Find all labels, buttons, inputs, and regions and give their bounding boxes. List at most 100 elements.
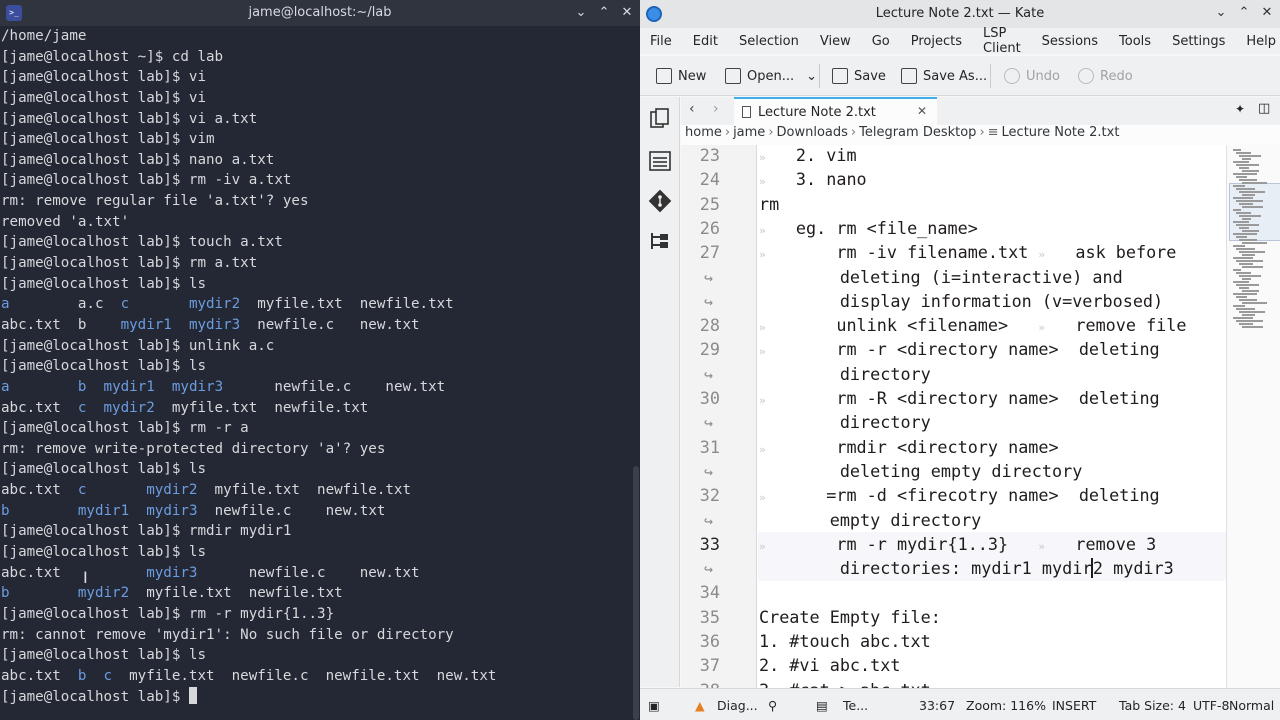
editor-line[interactable]: » rm -r <directory name> deleting — [759, 339, 1160, 363]
editor-line[interactable]: » rm -R <directory name> deleting — [759, 388, 1160, 412]
editor-line[interactable]: » rmdir <directory name> — [759, 437, 1059, 461]
open-label: Open... — [747, 68, 795, 84]
editor-line[interactable]: 1. #touch abc.txt — [759, 631, 931, 655]
breadcrumb-item[interactable]: Telegram Desktop — [859, 125, 976, 140]
editor-line[interactable]: directory — [759, 364, 931, 388]
output-panel-icon[interactable]: ▣ — [648, 698, 660, 713]
text-document-icon: ≡ — [987, 125, 999, 140]
editor-line[interactable]: » unlink <filename> » remove file — [759, 315, 1187, 339]
minimap-line — [1239, 287, 1249, 289]
tab-size[interactable]: Tab Size: 4 — [1119, 698, 1186, 713]
zoom-level[interactable]: Zoom: 116% — [966, 698, 1046, 713]
line-number: 25 — [699, 193, 720, 214]
directory-entry: mydir3 — [146, 564, 198, 581]
cursor-position[interactable]: 33:67 — [919, 698, 955, 713]
git-icon[interactable] — [648, 189, 672, 213]
breadcrumb-item[interactable]: home — [685, 125, 722, 140]
close-icon[interactable]: ✕ — [1258, 4, 1276, 22]
editor-line[interactable]: 3. #cat > abc.txt — [759, 680, 931, 688]
tab-lecture-note[interactable]: Lecture Note 2.txt ✕ — [734, 97, 937, 125]
terminal-output[interactable]: /home/jame [jame@localhost ~]$ cd lab [jam… — [0, 26, 632, 720]
undo-button[interactable]: Undo — [1004, 68, 1060, 84]
editor-line[interactable]: deleting (i=interactive) and — [759, 267, 1123, 291]
menu-projects[interactable]: Projects — [911, 34, 962, 49]
scrollbar-thumb[interactable] — [633, 466, 639, 720]
editor-line[interactable]: » 2. vim — [759, 145, 857, 169]
tab-marker: » — [759, 151, 766, 164]
documents-icon[interactable] — [648, 107, 672, 131]
menu-sessions[interactable]: Sessions — [1042, 34, 1098, 49]
quick-open-icon[interactable]: ✦ — [1235, 102, 1245, 116]
diagnostics-button[interactable]: Diag... — [717, 698, 758, 713]
maximize-icon[interactable]: ⌃ — [1235, 4, 1253, 22]
close-icon[interactable]: ✕ — [618, 4, 636, 22]
open-button[interactable]: Open... ⌄ — [725, 68, 817, 84]
editor-line[interactable]: » rm -r mydir{1..3} » remove 3 — [759, 534, 1156, 558]
editor-line[interactable]: » =rm -d <firecotry name> deleting — [759, 485, 1160, 509]
editor-line[interactable]: directories: mydir1 mydir2 mydir3 — [759, 558, 1174, 582]
minimap-line — [1236, 212, 1251, 214]
menu-file[interactable]: File — [650, 34, 672, 49]
minimap-line — [1233, 149, 1241, 151]
terminal-panel-icon[interactable]: ▤ — [816, 698, 828, 713]
menu-view[interactable]: View — [820, 34, 851, 49]
editor-line[interactable]: » 3. nano — [759, 169, 867, 193]
terminal-window[interactable]: >_ jame@localhost:~/lab ⌄ ⌃ ✕ /home/jame… — [0, 0, 640, 720]
editor-line[interactable]: deleting empty directory — [759, 461, 1083, 485]
terminal-text: [jame@localhost lab]$ rm a.txt — [1, 255, 258, 272]
maximize-icon[interactable]: ⌃ — [595, 4, 613, 22]
editor-line[interactable]: Create Empty file: — [759, 607, 941, 631]
editor-line[interactable]: » rm -iv filename.txt » ask before — [759, 242, 1176, 266]
chevron-right-icon[interactable]: › — [713, 101, 719, 117]
edit-mode[interactable]: INSERT — [1052, 698, 1096, 713]
minimap-scrollbar[interactable] — [1226, 145, 1280, 688]
close-tab-icon[interactable]: ✕ — [917, 104, 927, 118]
breadcrumb-item[interactable]: Lecture Note 2.txt — [1002, 125, 1120, 140]
line-number: 26 — [699, 217, 720, 238]
menu-tools[interactable]: Tools — [1119, 34, 1151, 49]
input-mode[interactable]: Normal — [1229, 698, 1274, 713]
breadcrumb-item[interactable]: jame — [733, 125, 765, 140]
menu-help[interactable]: Help — [1246, 34, 1276, 49]
chevron-down-icon[interactable]: ⌄ — [572, 4, 590, 22]
save-as-button[interactable]: Save As... — [901, 68, 987, 84]
chevron-down-icon[interactable]: ⌄ — [1212, 4, 1230, 22]
menu-lsp-client[interactable]: LSP Client — [983, 26, 1021, 56]
editor-view[interactable]: 2324252627↪↪2829↪30↪31↪32↪33↪3435363738 … — [681, 145, 1280, 688]
minimap-line — [1242, 302, 1267, 304]
terminal-scrollbar[interactable] — [632, 26, 640, 720]
editor-line[interactable]: 2. #vi abc.txt — [759, 655, 900, 679]
editor-line[interactable]: empty directory — [759, 510, 982, 534]
new-label: New — [678, 68, 707, 84]
symbols-icon[interactable] — [648, 229, 672, 253]
editor-line[interactable]: rm — [759, 194, 779, 218]
encoding[interactable]: UTF-8 — [1193, 698, 1229, 713]
editor-line[interactable]: display information (v=verbosed) — [759, 291, 1163, 315]
menu-go[interactable]: Go — [872, 34, 890, 49]
new-button[interactable]: New — [656, 68, 706, 84]
editor-line-text: rm -r mydir{1..3} — [765, 533, 1039, 554]
menu-edit[interactable]: Edit — [693, 34, 718, 49]
kate-titlebar[interactable]: Lecture Note 2.txt — Kate ⌄ ⌃ ✕ — [640, 0, 1280, 28]
minimap-line — [1242, 218, 1251, 220]
minimap-line — [1242, 206, 1263, 208]
split-view-icon[interactable]: ◫ — [1258, 101, 1270, 116]
project-icon[interactable] — [648, 149, 672, 173]
terminal-panel-button[interactable]: Te... — [843, 698, 868, 713]
chevron-left-icon[interactable]: ‹ — [689, 101, 695, 117]
save-button[interactable]: Save — [832, 68, 886, 84]
terminal-text: [jame@localhost lab]$ vim — [1, 131, 215, 148]
search-icon[interactable]: ⚲ — [768, 698, 777, 713]
kate-window[interactable]: Lecture Note 2.txt — Kate ⌄ ⌃ ✕ File Edit… — [640, 0, 1280, 720]
menu-selection[interactable]: Selection — [739, 34, 799, 49]
terminal-text: newfile.c new.txt — [197, 564, 420, 581]
terminal-titlebar[interactable]: >_ jame@localhost:~/lab ⌄ ⌃ ✕ — [0, 0, 640, 26]
breadcrumb-item[interactable]: Downloads — [777, 125, 848, 140]
redo-button[interactable]: Redo — [1078, 68, 1133, 84]
editor-line[interactable]: » eg. rm <file_name> — [759, 218, 978, 242]
wrap-indicator-icon: ↪ — [704, 365, 714, 384]
editor-line[interactable]: directory — [759, 412, 931, 436]
minimap-line — [1239, 251, 1265, 253]
menu-settings[interactable]: Settings — [1172, 34, 1225, 49]
chevron-down-icon[interactable]: ⌄ — [806, 69, 817, 84]
